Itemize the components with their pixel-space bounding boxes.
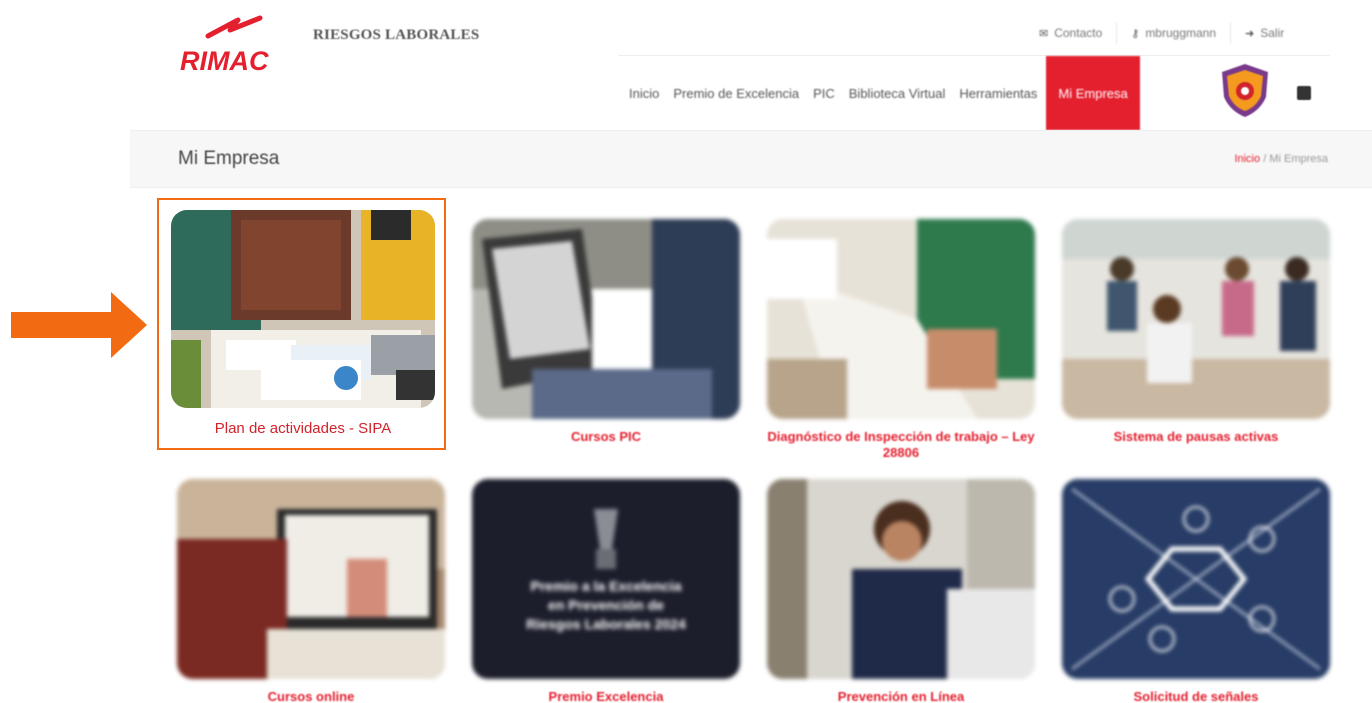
tile-prevencion-linea[interactable]: Prevención en Línea bbox=[767, 479, 1035, 703]
premio-line-3: Riesgos Laborales 2024 bbox=[526, 616, 686, 632]
tile-caption[interactable]: Prevención en Línea bbox=[767, 689, 1035, 703]
breadcrumb-home[interactable]: Inicio bbox=[1234, 153, 1260, 165]
user-link[interactable]: ⚷ mbruggmann bbox=[1117, 22, 1232, 44]
breadcrumb-current: Mi Empresa bbox=[1269, 153, 1328, 165]
logout-link[interactable]: ➜ Salir bbox=[1231, 22, 1298, 44]
shield-badge-icon[interactable] bbox=[1216, 61, 1274, 119]
tile-caption[interactable]: Solicitud de señales bbox=[1062, 689, 1330, 703]
page-title: Mi Empresa bbox=[178, 148, 280, 169]
site-subtitle: RIESGOS LABORALES bbox=[313, 27, 480, 43]
tile-cursos-online[interactable]: Cursos online bbox=[177, 479, 445, 703]
tile-image bbox=[1062, 479, 1330, 679]
nav-item-biblioteca[interactable]: Biblioteca Virtual bbox=[842, 56, 953, 130]
breadcrumb-separator: / bbox=[1263, 153, 1267, 165]
premio-line-2: en Prevención de bbox=[548, 597, 664, 613]
tile-caption[interactable]: Sistema de pausas activas bbox=[1062, 429, 1330, 445]
nav-item-inicio[interactable]: Inicio bbox=[622, 56, 666, 130]
tile-image bbox=[1062, 219, 1330, 419]
tile-image bbox=[767, 479, 1035, 679]
tile-image bbox=[177, 479, 445, 679]
tile-pausas-activas[interactable]: Sistema de pausas activas bbox=[1062, 219, 1330, 445]
rimac-logo-mark: RIMAC bbox=[180, 15, 269, 76]
main-nav: Inicio Premio de Excelencia PIC Bibliote… bbox=[622, 56, 1140, 130]
top-links: ✉ Contacto ⚷ mbruggmann ➜ Salir bbox=[1025, 22, 1298, 44]
breadcrumb: Inicio / Mi Empresa bbox=[1234, 153, 1328, 165]
nav-item-mi-empresa[interactable]: Mi Empresa bbox=[1046, 56, 1140, 130]
tile-caption[interactable]: Cursos PIC bbox=[472, 429, 740, 445]
tile-caption[interactable]: Diagnóstico de Inspección de trabajo – L… bbox=[767, 429, 1035, 460]
page-header-bar: Mi Empresa Inicio / Mi Empresa bbox=[130, 130, 1372, 188]
tile-image bbox=[472, 219, 740, 419]
tile-cursos-pic[interactable]: Cursos PIC bbox=[472, 219, 740, 445]
tile-premio-excelencia[interactable]: Premio a la Excelencia en Prevención de … bbox=[472, 479, 740, 703]
logout-label: Salir bbox=[1260, 26, 1285, 40]
rimac-logo[interactable]: RIMAC bbox=[178, 14, 303, 76]
tile-caption[interactable]: Premio Excelencia bbox=[472, 689, 740, 703]
tile-diagnostico[interactable]: Diagnóstico de Inspección de trabajo – L… bbox=[767, 219, 1035, 460]
flag-icon[interactable] bbox=[1297, 86, 1311, 100]
tile-image bbox=[171, 210, 435, 408]
user-label: mbruggmann bbox=[1145, 26, 1217, 40]
tile-plan-actividades[interactable]: Plan de actividades - SIPA bbox=[169, 210, 437, 438]
tile-caption[interactable]: Plan de actividades - SIPA bbox=[169, 420, 437, 438]
arrow-right-icon bbox=[11, 292, 147, 358]
tile-image bbox=[767, 219, 1035, 419]
contact-link[interactable]: ✉ Contacto bbox=[1025, 22, 1118, 44]
exit-icon: ➜ bbox=[1245, 27, 1255, 40]
premio-line-1: Premio a la Excelencia bbox=[530, 578, 682, 594]
nav-item-pic[interactable]: PIC bbox=[806, 56, 842, 130]
tile-image: Premio a la Excelencia en Prevención de … bbox=[472, 479, 740, 679]
nav-item-premio[interactable]: Premio de Excelencia bbox=[666, 56, 806, 130]
premio-image-text: Premio a la Excelencia en Prevención de … bbox=[472, 577, 740, 634]
contact-label: Contacto bbox=[1054, 26, 1103, 40]
key-icon: ⚷ bbox=[1131, 27, 1140, 40]
nav-item-herramientas[interactable]: Herramientas bbox=[952, 56, 1044, 130]
tile-solicitud-senales[interactable]: Solicitud de señales bbox=[1062, 479, 1330, 703]
chat-icon: ✉ bbox=[1039, 27, 1049, 40]
logo-text: RIMAC bbox=[180, 46, 269, 76]
tile-caption[interactable]: Cursos online bbox=[177, 689, 445, 703]
